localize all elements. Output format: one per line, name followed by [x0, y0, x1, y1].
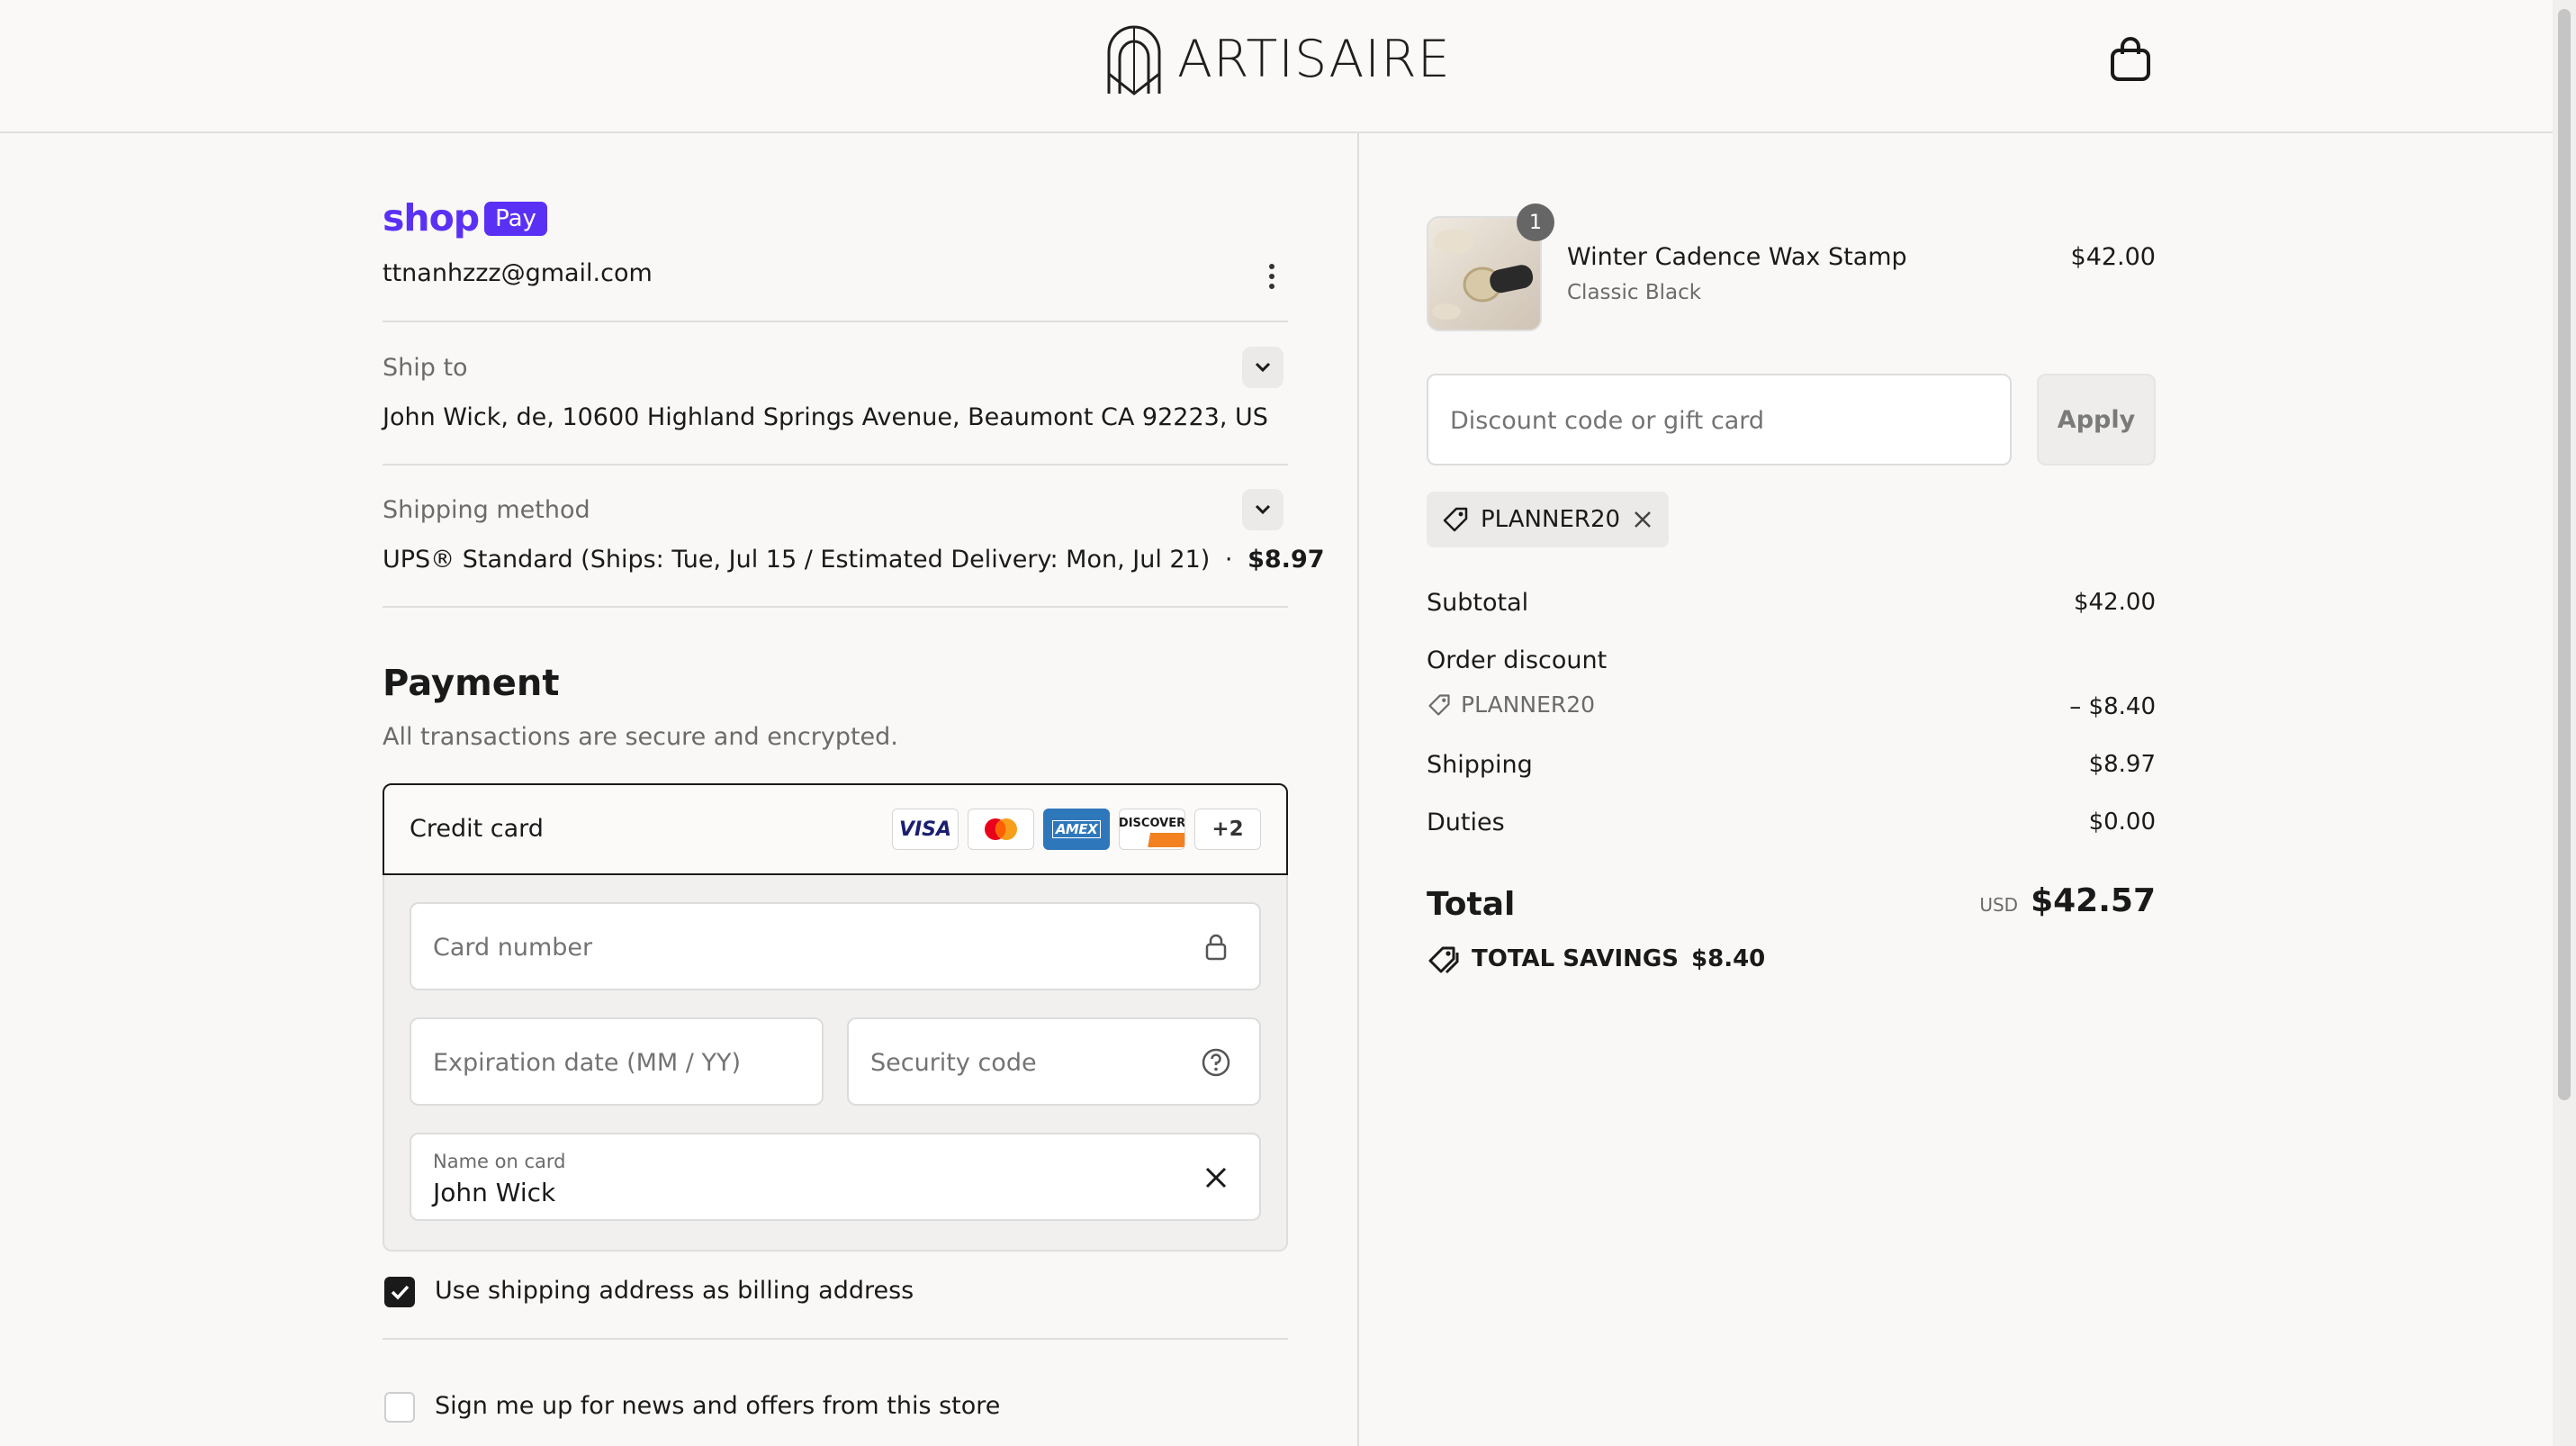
billing-address-checkbox[interactable] [384, 1277, 415, 1307]
credit-card-option[interactable]: Credit card VISA AMEX DISCOVER +2 [383, 783, 1288, 875]
name-on-card-label: Name on card [433, 1151, 566, 1172]
lock-icon [1205, 934, 1227, 961]
shopping-bag-icon[interactable] [2108, 36, 2153, 83]
more-cards-badge: +2 [1194, 809, 1261, 850]
more-options-icon[interactable] [1261, 264, 1283, 294]
expiration-date-field[interactable]: Expiration date (MM / YY) [410, 1017, 824, 1106]
discount-placeholder: Discount code or gift card [1450, 407, 1765, 435]
account-email: ttnanhzzz@gmail.com [383, 259, 653, 287]
shipping-method-label: Shipping method [383, 496, 590, 524]
tag-icon [1443, 507, 1468, 532]
shipping-value: $8.97 [2088, 751, 2156, 778]
billing-address-label: Use shipping address as billing address [435, 1277, 914, 1305]
duties-value: $0.00 [2088, 809, 2156, 836]
site-header: ARTISAIRE [0, 0, 2576, 133]
store-logo[interactable]: ARTISAIRE [1103, 20, 1451, 99]
divider [383, 1338, 1288, 1340]
card-number-field[interactable]: Card number [410, 902, 1261, 990]
applied-discount-chip: PLANNER20 [1427, 492, 1670, 547]
visa-icon: VISA [892, 809, 959, 850]
name-on-card-value: John Wick [433, 1178, 556, 1207]
product-variant: Classic Black [1567, 281, 1702, 304]
shipping-label: Shipping [1427, 751, 1533, 779]
quantity-badge: 1 [1517, 203, 1554, 241]
product-name: Winter Cadence Wax Stamp [1567, 243, 1907, 271]
help-circle-icon[interactable] [1200, 1046, 1232, 1079]
card-brand-list: VISA AMEX DISCOVER +2 [892, 809, 1261, 850]
ship-to-expand-button[interactable] [1242, 347, 1283, 388]
shipping-method-value: UPS® Standard (Ships: Tue, Jul 15 / Esti… [383, 546, 1325, 574]
apply-button[interactable]: Apply [2037, 374, 2156, 465]
discover-icon: DISCOVER [1119, 809, 1185, 850]
security-code-placeholder: Security code [870, 1049, 1037, 1077]
payment-title: Payment [383, 663, 560, 704]
checkout-form: shop Pay ttnanhzzz@gmail.com Ship to Joh… [383, 133, 1325, 1446]
order-discount-value: – $8.40 [2069, 693, 2156, 720]
divider [383, 321, 1288, 322]
brand-name: ARTISAIRE [1177, 30, 1451, 89]
shop-pay-logo: shop Pay [383, 200, 547, 237]
total-amount: USD $42.57 [1979, 882, 2156, 919]
applied-code: PLANNER20 [1481, 506, 1621, 533]
total-label: Total [1427, 886, 1516, 923]
credit-card-panel: Card number Expiration date (MM / YY) Se… [383, 875, 1288, 1252]
tags-icon [1428, 946, 1459, 974]
checkmark-icon [391, 1285, 410, 1300]
shop-pay-word: shop [383, 196, 480, 239]
column-divider [1357, 133, 1359, 1446]
divider [383, 606, 1288, 608]
newsletter-label: Sign me up for news and offers from this… [435, 1392, 1001, 1420]
payment-subtitle: All transactions are secure and encrypte… [383, 723, 898, 751]
expiration-placeholder: Expiration date (MM / YY) [433, 1049, 741, 1077]
order-summary: 1 Winter Cadence Wax Stamp Classic Black… [1427, 133, 2156, 1446]
newsletter-checkbox[interactable] [384, 1392, 415, 1423]
subtotal-value: $42.00 [2074, 589, 2156, 616]
tag-icon [1428, 693, 1450, 716]
chevron-down-icon [1255, 362, 1271, 373]
shop-pay-badge: Pay [484, 201, 547, 236]
amex-icon: AMEX [1043, 809, 1110, 850]
mastercard-icon [968, 809, 1034, 850]
order-discount-code: PLANNER20 [1427, 691, 1595, 718]
security-code-field[interactable]: Security code [847, 1017, 1261, 1106]
clear-icon[interactable] [1200, 1161, 1232, 1194]
divider [383, 464, 1288, 465]
shipping-method-price: $8.97 [1247, 546, 1325, 574]
duties-label: Duties [1427, 809, 1505, 836]
total-savings: TOTAL SAVINGS $8.40 [1427, 944, 1765, 974]
shipping-method-expand-button[interactable] [1242, 489, 1283, 530]
separator-dot: · [1224, 546, 1233, 574]
chevron-down-icon [1255, 504, 1271, 515]
card-number-placeholder: Card number [433, 934, 593, 962]
remove-discount-icon[interactable] [1631, 508, 1654, 531]
discount-code-input[interactable]: Discount code or gift card [1427, 374, 2012, 465]
savings-value: $8.40 [1691, 945, 1766, 972]
order-discount-code-text: PLANNER20 [1461, 691, 1596, 718]
credit-card-label: Credit card [410, 815, 544, 843]
name-on-card-field[interactable]: Name on card John Wick [410, 1133, 1261, 1221]
logo-mark-icon [1107, 25, 1161, 95]
savings-label: TOTAL SAVINGS [1472, 945, 1680, 972]
shipping-method-text: UPS® Standard (Ships: Tue, Jul 15 / Esti… [383, 546, 1211, 574]
scrollbar-thumb[interactable] [2558, 9, 2571, 1100]
currency-code: USD [1979, 894, 2019, 916]
product-price: $42.00 [2070, 243, 2156, 271]
ship-to-value: John Wick, de, 10600 Highland Springs Av… [383, 403, 1268, 431]
subtotal-label: Subtotal [1427, 589, 1529, 617]
ship-to-label: Ship to [383, 354, 468, 382]
order-discount-label: Order discount [1427, 646, 1608, 674]
total-value: $42.57 [2031, 882, 2156, 919]
